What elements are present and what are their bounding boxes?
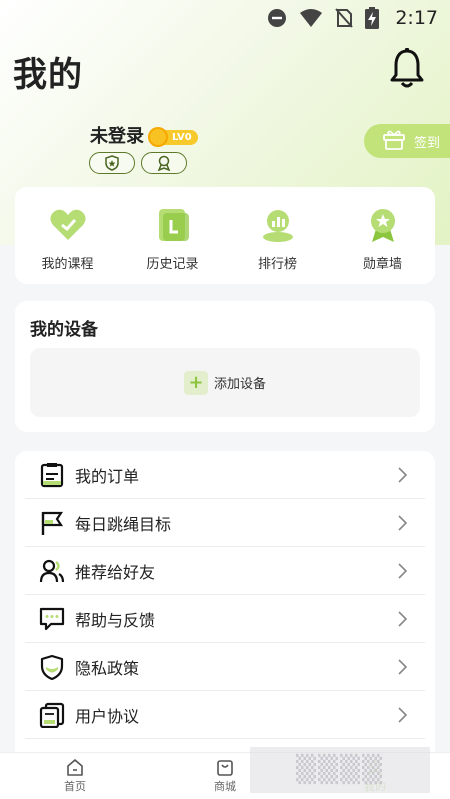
chat-icon (39, 606, 65, 632)
no-sim-icon (335, 8, 354, 28)
users-icon (39, 558, 65, 584)
history-card-icon (153, 207, 193, 243)
tab-home[interactable]: 首页 (0, 753, 150, 799)
page-title: 我的 (13, 55, 83, 95)
chevron-right-icon (398, 610, 407, 627)
menu-item-orders[interactable]: 我的订单 (25, 451, 425, 499)
menu-item-user-agreement[interactable]: 用户协议 (25, 691, 425, 739)
bell-icon[interactable] (388, 48, 426, 90)
heart-icon (48, 207, 88, 243)
plus-icon: + (183, 370, 208, 395)
flag-icon (39, 510, 65, 536)
shield-star-icon[interactable] (89, 152, 135, 174)
settings-menu: 我的订单 每日跳绳目标 推荐给好友 帮助与反馈 隐私政策 用户协议 (15, 451, 435, 761)
chevron-right-icon (398, 706, 407, 723)
devices-title: 我的设备 (30, 320, 98, 340)
menu-item-daily-goal[interactable]: 每日跳绳目标 (25, 499, 425, 547)
chevron-right-icon (398, 514, 407, 531)
menu-item-privacy-policy[interactable]: 隐私政策 (25, 643, 425, 691)
quick-action-leaderboard[interactable]: 排行榜 (228, 207, 328, 284)
home-icon (67, 758, 83, 776)
quick-actions-card: 我的课程 历史记录 排行榜 勋章墙 (15, 187, 435, 284)
award-ribbon-icon[interactable] (141, 152, 187, 174)
leaderboard-icon (258, 207, 298, 243)
coin-icon (148, 127, 168, 147)
medal-icon (363, 207, 403, 243)
document-icon (39, 702, 65, 728)
shield-icon (39, 654, 65, 680)
signin-button[interactable]: 签到 (364, 124, 450, 158)
wifi-icon (299, 8, 323, 28)
chevron-right-icon (398, 562, 407, 579)
add-device-button[interactable]: + 添加设备 (30, 348, 420, 417)
order-icon (39, 462, 65, 488)
gift-icon (382, 128, 406, 154)
chevron-right-icon (398, 658, 407, 675)
clock: 2:17 (395, 7, 438, 29)
username-label[interactable]: 未登录 (90, 122, 144, 148)
signin-label: 签到 (414, 135, 441, 151)
quick-action-medals[interactable]: 勋章墙 (333, 207, 433, 284)
shop-icon (217, 759, 233, 776)
chevron-right-icon (398, 466, 407, 483)
quick-action-courses[interactable]: 我的课程 (18, 207, 118, 284)
quick-action-history[interactable]: 历史记录 (123, 207, 223, 284)
dnd-icon (267, 8, 287, 28)
level-badge: LV0 (148, 127, 198, 147)
battery-charging-icon (365, 7, 380, 29)
devices-card: 我的设备 + 添加设备 (15, 301, 435, 432)
menu-item-refer-friend[interactable]: 推荐给好友 (25, 547, 425, 595)
watermark-overlay: ▒▒▒▒ (250, 747, 430, 793)
menu-item-help-feedback[interactable]: 帮助与反馈 (25, 595, 425, 643)
status-bar: 2:17 (0, 0, 450, 36)
